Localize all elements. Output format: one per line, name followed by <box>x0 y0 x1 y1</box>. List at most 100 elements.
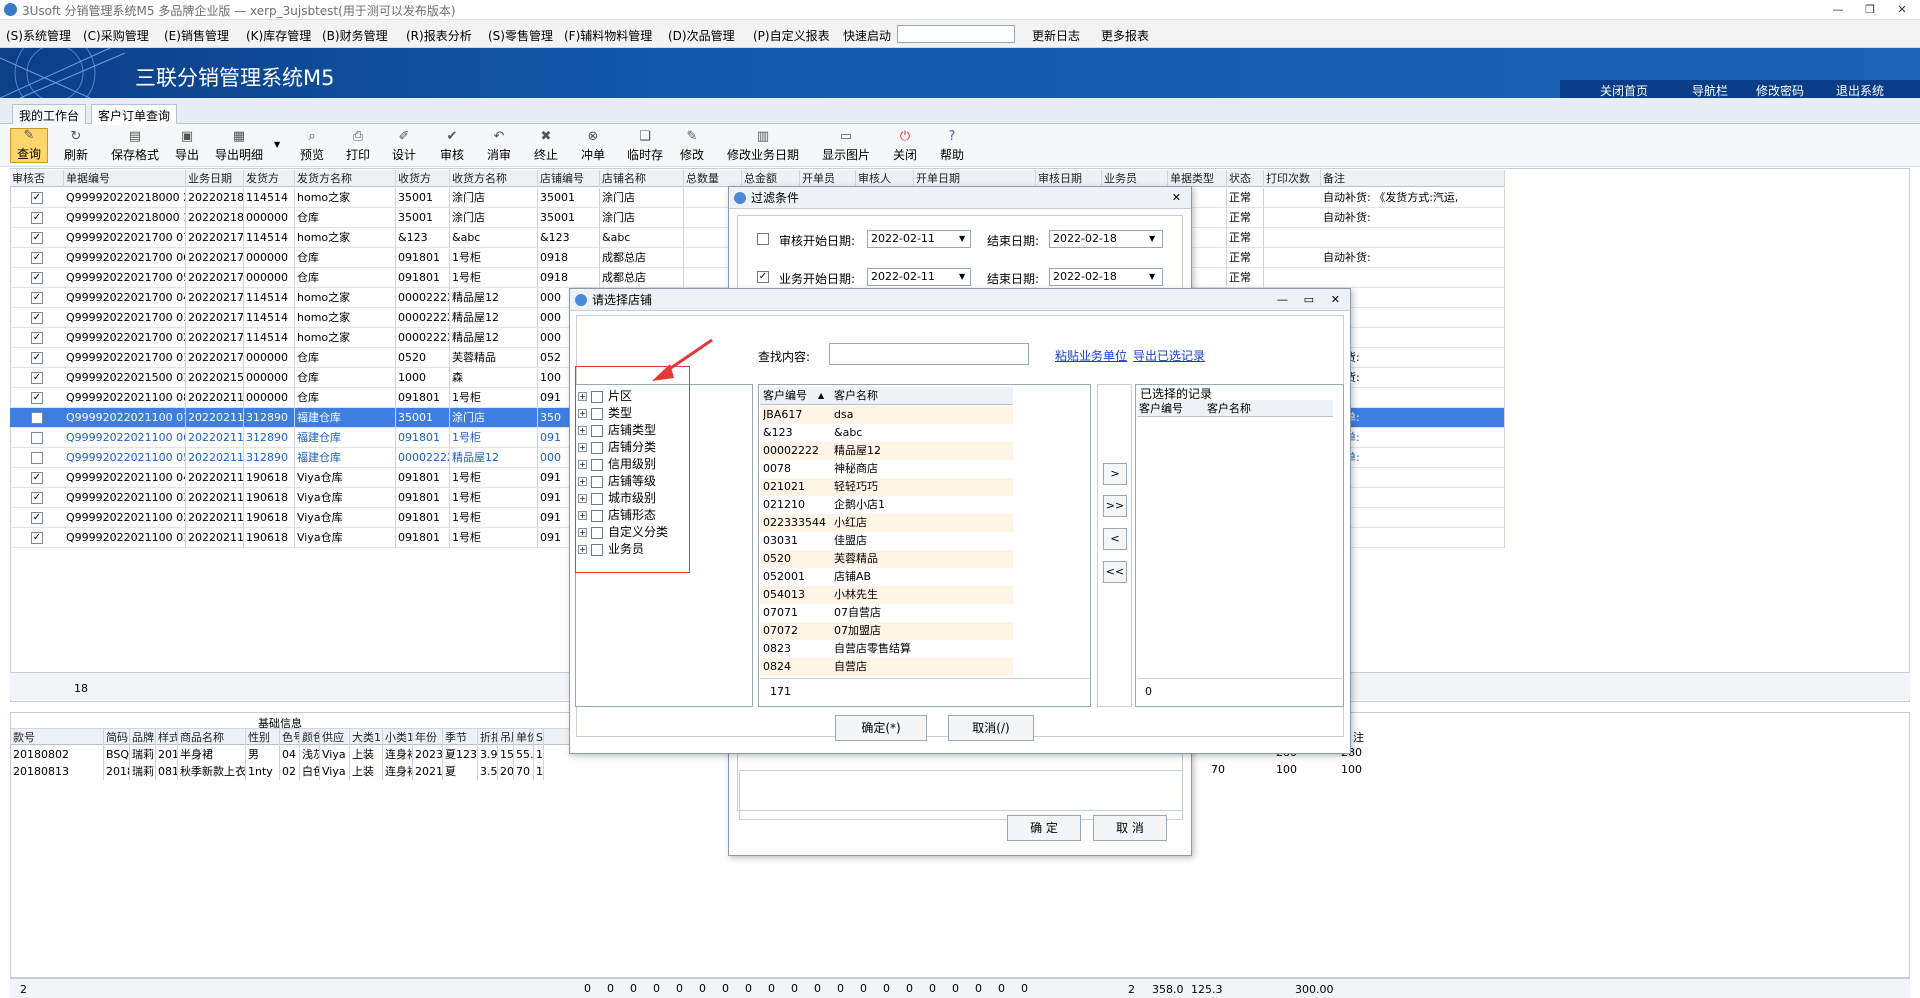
audit-button[interactable]: ✔ 审核 <box>440 130 464 163</box>
row-audit-checkbox[interactable]: ✓ <box>31 492 43 504</box>
detail-col[interactable]: 品牌 <box>130 729 156 746</box>
row-audit-checkbox[interactable]: ✓ <box>31 372 43 384</box>
row-audit-checkbox[interactable]: ✓ <box>31 332 43 344</box>
col-sender[interactable]: 发货方 <box>244 170 295 187</box>
menu-purchase[interactable]: (C)采购管理 <box>83 27 149 44</box>
menu-retail[interactable]: (S)零售管理 <box>488 27 553 44</box>
row-audit-checkbox[interactable]: ✓ <box>31 292 43 304</box>
menu-system[interactable]: (S)系统管理 <box>6 27 71 44</box>
modify-biz-date-button[interactable]: ▥ 修改业务日期 <box>727 130 799 163</box>
list-item[interactable]: JBA617 dsa <box>760 406 1013 424</box>
shop-dialog-maximize-icon[interactable]: ▭ <box>1304 293 1314 306</box>
detail-col[interactable]: S <box>534 729 544 746</box>
list-item[interactable]: 021210 企鹅小店1 <box>760 496 1013 514</box>
col-audit-date[interactable]: 审核日期 <box>1036 170 1102 187</box>
detail-col[interactable]: 吊牌 <box>498 729 514 746</box>
move-all-right-button[interactable]: >> <box>1103 495 1127 517</box>
col-customer-no[interactable]: 客户编号 <box>763 387 807 405</box>
col-audited[interactable]: 审核否 <box>10 170 64 187</box>
audit-end-date[interactable]: 2022-02-18 <box>1049 230 1163 248</box>
list-item[interactable]: 052001 店铺AB <box>760 568 1013 586</box>
shop-dialog-close-icon[interactable]: ✕ <box>1331 293 1340 306</box>
row-audit-checkbox[interactable]: ✓ <box>31 232 43 244</box>
row-audit-checkbox[interactable]: ✓ <box>31 512 43 524</box>
row-audit-checkbox[interactable] <box>31 412 43 424</box>
design-button[interactable]: ✐ 设计 <box>392 130 416 163</box>
terminate-button[interactable]: ✖ 终止 <box>534 130 558 163</box>
link-change-password[interactable]: 修改密码 <box>1756 82 1804 99</box>
list-item[interactable]: 054013 小林先生 <box>760 586 1013 604</box>
detail-col[interactable]: 大类1 <box>350 729 383 746</box>
col-creator[interactable]: 开单员 <box>800 170 856 187</box>
col-biz-date[interactable]: 业务日期 <box>186 170 244 187</box>
filter-dialog-close-icon[interactable]: ✕ <box>1172 191 1181 204</box>
menu-reports[interactable]: (R)报表分析 <box>406 27 472 44</box>
menu-finance[interactable]: (B)财务管理 <box>322 27 388 44</box>
col-salesman[interactable]: 业务员 <box>1102 170 1168 187</box>
cancel-audit-button[interactable]: ↶ 消审 <box>487 130 511 163</box>
detail-col[interactable]: 折扣 <box>478 729 498 746</box>
col-total-qty[interactable]: 总数量 <box>684 170 742 187</box>
row-audit-checkbox[interactable]: ✓ <box>31 192 43 204</box>
list-item[interactable]: 00002222 精品屋12 <box>760 442 1013 460</box>
detail-col[interactable]: 单价 <box>514 729 534 746</box>
paste-business-unit-link[interactable]: 粘贴业务单位 <box>1055 347 1127 364</box>
show-image-button[interactable]: ▭ 显示图片 <box>822 130 870 163</box>
move-right-button[interactable]: > <box>1103 463 1127 485</box>
link-close-home[interactable]: 关闭首页 <box>1600 82 1648 99</box>
audit-end-dropdown-icon[interactable]: ▼ <box>1149 234 1155 243</box>
col-remark[interactable]: 备注 <box>1321 170 1505 187</box>
col-doc-type[interactable]: 单据类型 <box>1168 170 1227 187</box>
move-left-button[interactable]: < <box>1103 528 1127 550</box>
list-item[interactable]: 03031 佳盟店 <box>760 532 1013 550</box>
audit-start-date[interactable]: 2022-02-11 <box>867 230 971 248</box>
search-input[interactable] <box>829 343 1029 365</box>
menu-sales[interactable]: (E)销售管理 <box>164 27 229 44</box>
detail-col[interactable]: 商品名称 <box>178 729 246 746</box>
col-shop-name[interactable]: 店铺名称 <box>600 170 684 187</box>
col-doc-no[interactable]: 单据编号 <box>64 170 186 187</box>
reverse-button[interactable]: ⊗ 冲单 <box>581 130 605 163</box>
biz-end-dropdown-icon[interactable]: ▼ <box>1149 272 1155 281</box>
row-audit-checkbox[interactable]: ✓ <box>31 272 43 284</box>
col-status[interactable]: 状态 <box>1227 170 1264 187</box>
minimize-icon[interactable]: — <box>1828 2 1848 18</box>
list-item[interactable]: 07071 07自营店 <box>760 604 1013 622</box>
menu-materials[interactable]: (F)辅料物料管理 <box>564 27 652 44</box>
export-button[interactable]: ▣ 导出 <box>175 130 199 163</box>
selected-col-customer-no[interactable]: 客户编号 <box>1139 400 1183 417</box>
link-navigation[interactable]: 导航栏 <box>1692 82 1728 99</box>
list-item[interactable]: 0823 自营店零售结算 <box>760 640 1013 658</box>
quick-launch-input[interactable] <box>897 25 1015 43</box>
close-icon[interactable]: ✕ <box>1892 2 1912 18</box>
menu-custom-reports[interactable]: (P)自定义报表 <box>753 27 830 44</box>
list-item[interactable]: 0078 神秘商店 <box>760 460 1013 478</box>
biz-end-date[interactable]: 2022-02-18 <box>1049 268 1163 286</box>
detail-col[interactable]: 供应 <box>320 729 350 746</box>
shop-dialog-minimize-icon[interactable]: — <box>1277 293 1288 306</box>
detail-col[interactable]: 年份 <box>413 729 443 746</box>
col-create-date[interactable]: 开单日期 <box>914 170 1036 187</box>
selected-col-customer-name[interactable]: 客户名称 <box>1207 400 1251 417</box>
tab-customer-order-query[interactable]: 客户订单查询 <box>91 104 178 124</box>
shop-cancel-button[interactable]: 取消(/) <box>948 715 1034 741</box>
list-item[interactable]: 022333544 小红店 <box>760 514 1013 532</box>
filter-cancel-button[interactable]: 取 消 <box>1093 815 1167 841</box>
list-item[interactable]: 0520 芙蓉精品 <box>760 550 1013 568</box>
menu-more-reports[interactable]: 更多报表 <box>1101 27 1149 44</box>
temp-save-button[interactable]: ❏ 临时存 <box>627 130 663 163</box>
list-item[interactable]: &123 &abc <box>760 424 1013 442</box>
detail-col[interactable]: 款号 <box>11 729 104 746</box>
row-audit-checkbox[interactable] <box>31 432 43 444</box>
filter-ok-button[interactable]: 确 定 <box>1007 815 1081 841</box>
row-audit-checkbox[interactable]: ✓ <box>31 472 43 484</box>
list-item[interactable]: 0824 自营店 <box>760 658 1013 676</box>
audit-start-checkbox[interactable] <box>757 233 769 245</box>
tab-my-workbench[interactable]: 我的工作台 <box>12 104 87 124</box>
query-button[interactable]: ✎ 查询 <box>10 128 48 163</box>
col-customer-name[interactable]: 客户名称 <box>834 387 878 405</box>
row-audit-checkbox[interactable] <box>31 452 43 464</box>
detail-col[interactable]: 样式 <box>156 729 178 746</box>
audit-start-dropdown-icon[interactable]: ▼ <box>959 234 965 243</box>
save-format-button[interactable]: ▤ 保存格式 <box>111 130 159 163</box>
